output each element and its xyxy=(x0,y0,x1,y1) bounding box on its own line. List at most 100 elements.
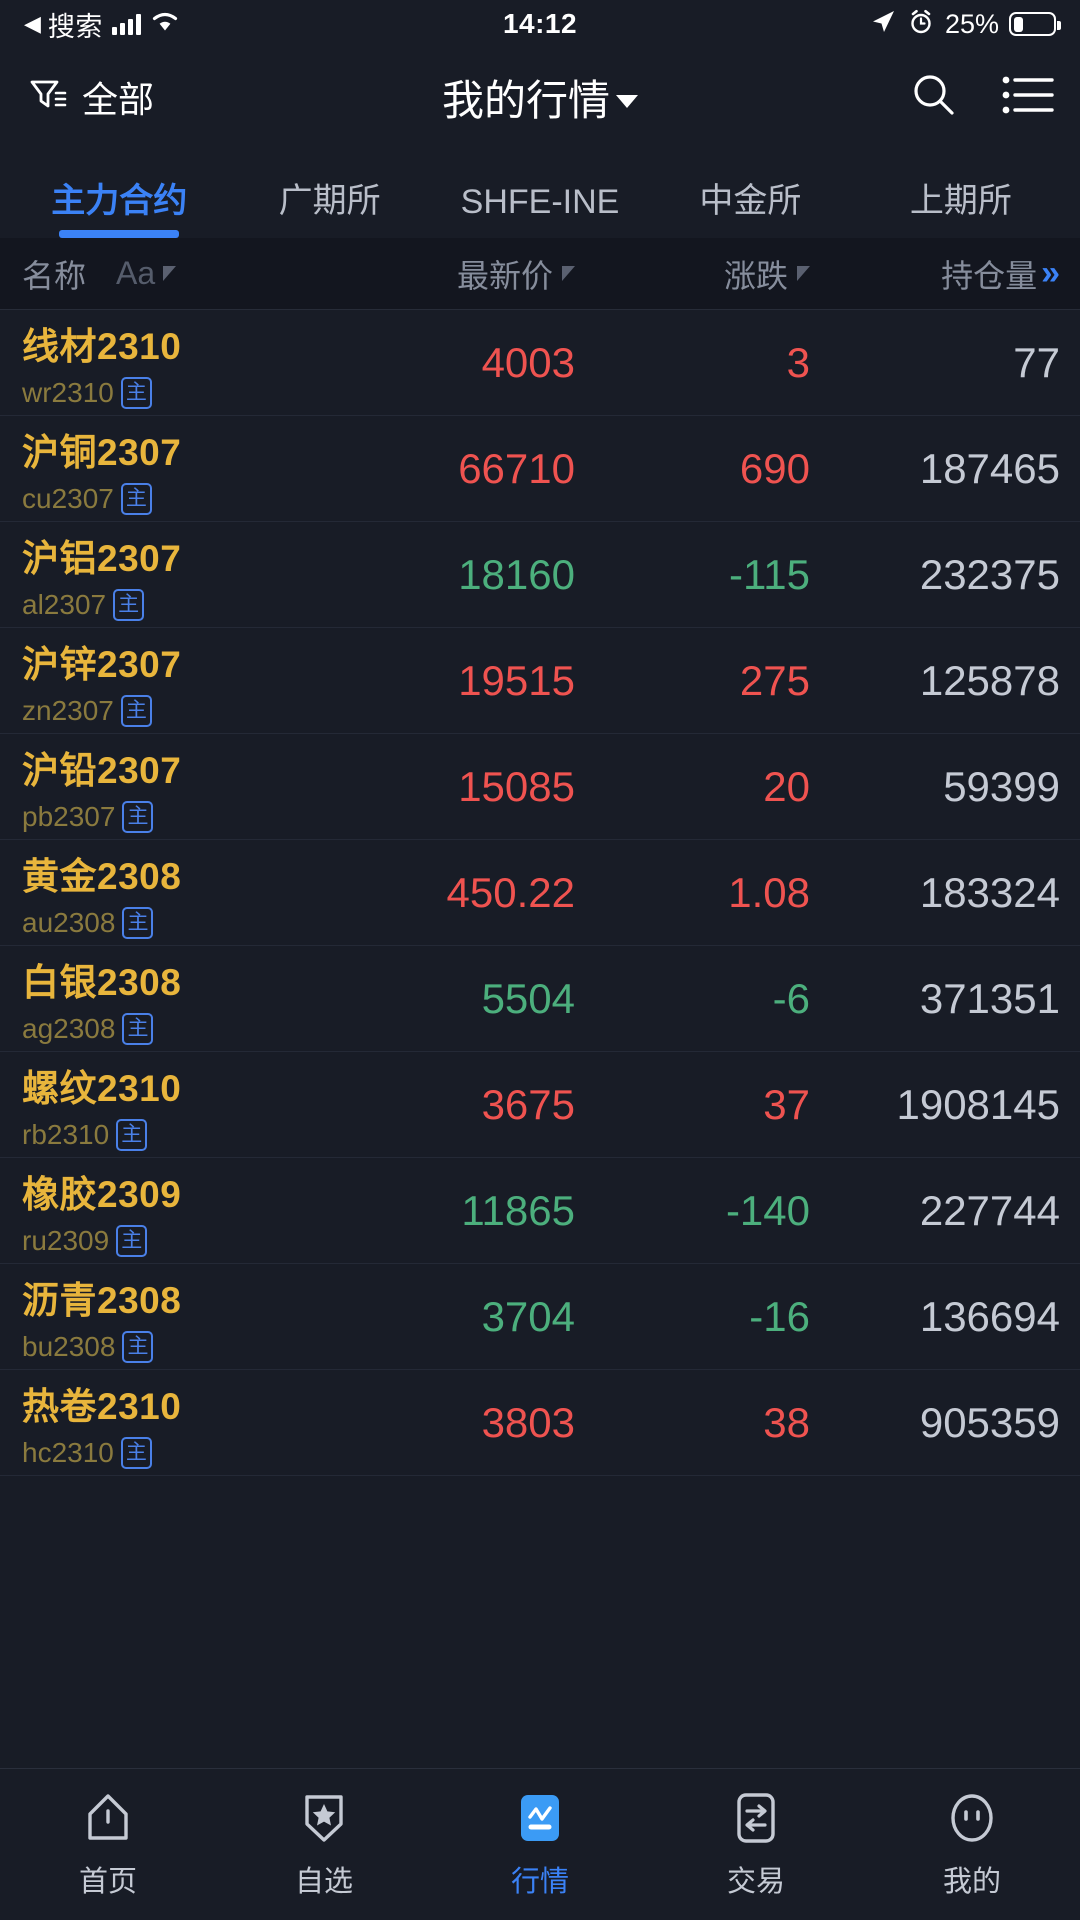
cell-change: -6 xyxy=(772,974,810,1022)
main-contract-badge: 主 xyxy=(122,1013,154,1045)
column-aa-toggle[interactable]: Aa xyxy=(116,255,177,292)
nav-item-label: 我的 xyxy=(942,1866,1001,1898)
tab-1[interactable]: 广期所 xyxy=(224,173,434,238)
tab-label: 主力合约 xyxy=(51,182,188,220)
contract-code: au2308 xyxy=(22,907,116,938)
cell-name: 白银2308 ag2308 主 xyxy=(0,952,300,1045)
table-row[interactable]: 沪铜2307 cu2307 主 66710 690 187465 xyxy=(0,416,1080,522)
main-contract-badge: 主 xyxy=(122,801,154,833)
main-contract-badge: 主 xyxy=(120,483,152,515)
nav-item-2[interactable]: 行情 xyxy=(432,1789,648,1900)
column-change-label: 涨跌 xyxy=(723,257,788,294)
cell-price: 450.22 xyxy=(446,868,575,916)
filter-button[interactable]: 全部 xyxy=(26,71,154,123)
contract-name: 沥青2308 xyxy=(22,1280,182,1321)
cell-name: 沥青2308 bu2308 主 xyxy=(0,1270,300,1363)
contract-code: bu2308 xyxy=(22,1331,116,1362)
tab-label: SHFE-INE xyxy=(460,183,620,221)
nav-item-label: 行情 xyxy=(510,1866,569,1898)
contract-code-row: bu2308 主 xyxy=(22,1331,300,1363)
main-contract-badge: 主 xyxy=(120,377,152,409)
column-name[interactable]: 名称 Aa xyxy=(0,251,300,297)
list-menu-icon[interactable] xyxy=(1002,73,1054,122)
signal-bars-icon xyxy=(111,13,141,35)
contract-code: cu2307 xyxy=(22,483,114,514)
main-contract-badge: 主 xyxy=(120,1437,152,1469)
table-row[interactable]: 螺纹2310 rb2310 主 3675 37 1908145 xyxy=(0,1052,1080,1158)
table-row[interactable]: 橡胶2309 ru2309 主 11865 -140 227744 xyxy=(0,1158,1080,1264)
column-price[interactable]: 最新价 xyxy=(300,251,575,297)
filter-funnel-icon xyxy=(26,73,70,122)
cell-price: 18160 xyxy=(458,550,575,598)
contract-name: 沪铜2307 xyxy=(22,432,182,473)
table-column-header: 名称 Aa 最新价 涨跌 持仓量 » xyxy=(0,238,1080,310)
contract-code-row: rb2310 主 xyxy=(22,1119,300,1151)
cell-open-interest: 183324 xyxy=(919,868,1060,916)
cell-open-interest: 371351 xyxy=(919,974,1060,1022)
column-change[interactable]: 涨跌 xyxy=(575,251,810,297)
cell-change: 275 xyxy=(739,656,810,704)
sort-triangle-icon xyxy=(797,266,810,281)
tab-3[interactable]: 中金所 xyxy=(645,173,855,238)
cell-open-interest: 136694 xyxy=(919,1292,1060,1340)
contract-code-row: hc2310 主 xyxy=(22,1437,300,1469)
table-row[interactable]: 黄金2308 au2308 主 450.22 1.08 183324 xyxy=(0,840,1080,946)
contract-name: 沪铅2307 xyxy=(22,750,182,791)
main-contract-badge: 主 xyxy=(120,695,152,727)
contract-code-row: au2308 主 xyxy=(22,907,300,939)
cell-name: 橡胶2309 ru2309 主 xyxy=(0,1164,300,1257)
cell-open-interest: 77 xyxy=(1013,338,1060,386)
contract-name: 黄金2308 xyxy=(22,856,182,897)
column-price-label: 最新价 xyxy=(456,257,553,294)
nav-item-3[interactable]: 交易 xyxy=(648,1789,864,1900)
cell-name: 沪锌2307 zn2307 主 xyxy=(0,634,300,727)
star-badge-icon xyxy=(295,1789,353,1847)
cell-name: 沪铜2307 cu2307 主 xyxy=(0,422,300,515)
table-row[interactable]: 线材2310 wr2310 主 4003 3 77 xyxy=(0,310,1080,416)
nav-item-1[interactable]: 自选 xyxy=(216,1789,432,1900)
table-row[interactable]: 沪锌2307 zn2307 主 19515 275 125878 xyxy=(0,628,1080,734)
main-contract-badge: 主 xyxy=(116,1119,148,1151)
contract-name: 沪铝2307 xyxy=(22,538,182,579)
cell-open-interest: 1908145 xyxy=(896,1080,1060,1128)
contract-code: ru2309 xyxy=(22,1225,110,1256)
cell-name: 沪铝2307 al2307 主 xyxy=(0,528,300,621)
double-chevron-right-icon[interactable]: » xyxy=(1041,254,1060,293)
cell-change: 38 xyxy=(763,1398,810,1446)
cell-price: 19515 xyxy=(458,656,575,704)
search-icon[interactable] xyxy=(908,69,960,126)
main-contract-badge: 主 xyxy=(122,1331,154,1363)
cell-name: 螺纹2310 rb2310 主 xyxy=(0,1058,300,1151)
main-contract-badge: 主 xyxy=(116,1225,148,1257)
nav-item-0[interactable]: 首页 xyxy=(0,1789,216,1900)
contract-code-row: cu2307 主 xyxy=(22,483,300,515)
contract-code: hc2310 xyxy=(22,1437,114,1468)
contract-code: al2307 xyxy=(22,589,107,620)
exchange-arrows-icon xyxy=(727,1789,785,1847)
contract-code: rb2310 xyxy=(22,1119,110,1150)
tab-0[interactable]: 主力合约 xyxy=(14,173,224,238)
header-actions xyxy=(908,69,1054,126)
tab-2[interactable]: SHFE-INE xyxy=(435,183,645,238)
table-row[interactable]: 沪铅2307 pb2307 主 15085 20 59399 xyxy=(0,734,1080,840)
page-title-text: 我的行情 xyxy=(441,76,611,124)
cell-open-interest: 227744 xyxy=(919,1186,1060,1234)
table-row[interactable]: 白银2308 ag2308 主 5504 -6 371351 xyxy=(0,946,1080,1052)
table-row[interactable]: 热卷2310 hc2310 主 3803 38 905359 xyxy=(0,1370,1080,1476)
location-arrow-icon xyxy=(869,8,897,41)
table-row[interactable]: 沥青2308 bu2308 主 3704 -16 136694 xyxy=(0,1264,1080,1370)
cell-change: -16 xyxy=(749,1292,810,1340)
page-title[interactable]: 我的行情 xyxy=(441,67,639,128)
tab-label: 中金所 xyxy=(699,182,802,220)
nav-item-4[interactable]: 我的 xyxy=(864,1789,1080,1900)
column-open-interest[interactable]: 持仓量 » xyxy=(810,251,1080,297)
cell-open-interest: 59399 xyxy=(943,762,1060,810)
cell-name: 黄金2308 au2308 主 xyxy=(0,846,300,939)
table-row[interactable]: 沪铝2307 al2307 主 18160 -115 232375 xyxy=(0,522,1080,628)
contract-name: 白银2308 xyxy=(22,962,182,1003)
cell-change: 37 xyxy=(763,1080,810,1128)
wifi-icon xyxy=(150,10,180,39)
cell-change: -115 xyxy=(729,550,810,598)
back-arrow-icon[interactable]: ◀ xyxy=(24,13,41,35)
tab-4[interactable]: 上期所 xyxy=(856,173,1066,238)
